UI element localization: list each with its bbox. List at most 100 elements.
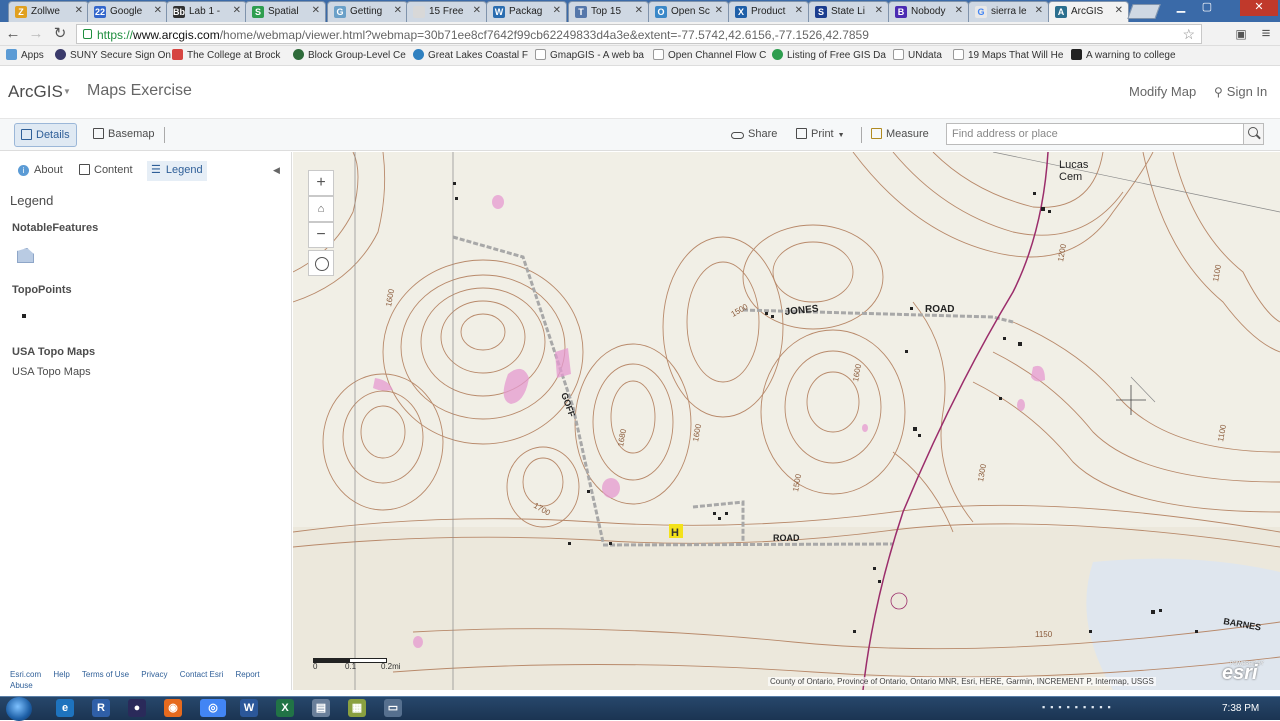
share-button[interactable]: Share (725, 123, 783, 147)
chrome-icon[interactable]: ◎ (200, 699, 226, 717)
browser-tab[interactable]: Z Zollwe ✕ (8, 1, 89, 22)
browser-tab[interactable]: T Top 15 ✕ (568, 1, 649, 22)
start-button[interactable] (6, 697, 32, 721)
bookmarks-bar: Apps SUNY Secure Sign On The College at … (0, 46, 1280, 66)
browser-tab[interactable]: 15 Free ✕ (406, 1, 487, 22)
close-tab-icon[interactable]: ✕ (394, 5, 402, 16)
back-arrow-icon[interactable]: ← (4, 25, 22, 43)
footer-link[interactable]: Contact Esri (180, 670, 224, 679)
modify-map-link[interactable]: Modify Map (1129, 84, 1196, 99)
map-view[interactable]: Lucas Cem JONES ROAD GOFF ROAD BARNES 16… (293, 152, 1280, 690)
file-app-icon[interactable]: ▤ (312, 699, 330, 717)
bookmark-item[interactable]: The College at Brock (172, 49, 280, 61)
close-window-icon[interactable]: ✕ (1240, 0, 1278, 16)
extension-icon[interactable]: ▣ (1232, 25, 1250, 43)
bookmark-star-icon[interactable]: ☆ (1182, 26, 1195, 43)
close-tab-icon[interactable]: ✕ (233, 5, 241, 16)
chevron-down-icon[interactable]: ▼ (63, 87, 71, 96)
close-tab-icon[interactable]: ✕ (312, 5, 320, 16)
browser-tab[interactable]: S State Li ✕ (808, 1, 889, 22)
media-app-icon[interactable]: ● (128, 699, 146, 717)
print-button[interactable]: Print ▼ (790, 123, 851, 147)
explorer-icon[interactable]: ▭ (384, 699, 402, 717)
close-tab-icon[interactable]: ✕ (75, 5, 83, 16)
tab-about[interactable]: i About (14, 161, 67, 181)
close-tab-icon[interactable]: ✕ (473, 5, 481, 16)
map-attribution[interactable]: County of Ontario, Province of Ontario, … (768, 677, 1156, 686)
maximize-icon[interactable]: ▢ (1194, 0, 1220, 16)
firefox-icon[interactable]: ◉ (164, 699, 182, 717)
menu-icon[interactable]: ≡ (1257, 25, 1275, 43)
minimize-icon[interactable]: ▁ (1168, 0, 1194, 16)
search-input[interactable] (947, 124, 1243, 144)
legend-layer-name: USA Topo Maps (12, 346, 96, 358)
close-tab-icon[interactable]: ✕ (154, 5, 162, 16)
toolbar-divider (861, 127, 862, 143)
bookmark-item[interactable]: UNdata (893, 49, 942, 61)
system-tray[interactable]: ▪▪▪▪▪▪▪▪▪ (1042, 702, 1214, 716)
close-tab-icon[interactable]: ✕ (875, 5, 883, 16)
footer-link[interactable]: Terms of Use (82, 670, 129, 679)
locate-button[interactable] (308, 250, 334, 276)
tab-legend[interactable]: ☰ Legend (147, 161, 207, 181)
notepad-icon[interactable]: ▦ (348, 699, 366, 717)
taskbar-clock[interactable]: 7:38 PM (1222, 703, 1259, 714)
bookmark-item[interactable]: SUNY Secure Sign On (55, 49, 171, 61)
basemap-label: Basemap (108, 128, 155, 140)
bookmark-item[interactable]: Listing of Free GIS Da (772, 49, 886, 61)
bookmark-item[interactable]: A warning to college (1071, 49, 1176, 61)
bookmark-item[interactable]: Apps (6, 49, 44, 61)
marker-label: H (671, 527, 679, 539)
bookmark-item[interactable]: Open Channel Flow C (653, 49, 766, 61)
browser-tab-active[interactable]: A ArcGIS ✕ (1048, 1, 1129, 22)
excel-icon[interactable]: X (276, 699, 294, 717)
tab-favicon-icon: G (334, 6, 346, 18)
address-bar[interactable]: https://www.arcgis.com/home/webmap/viewe… (76, 24, 1202, 44)
bookmark-item[interactable]: GmapGIS - A web ba (535, 49, 644, 61)
measure-button[interactable]: Measure (865, 123, 935, 147)
basemap-button[interactable]: Basemap (87, 123, 160, 147)
bookmark-item[interactable]: 19 Maps That Will He (953, 49, 1063, 61)
bookmark-favicon-icon (413, 49, 424, 60)
footer-link[interactable]: Esri.com (10, 670, 41, 679)
browser-tab[interactable]: G Getting ✕ (327, 1, 408, 22)
arcgis-brand[interactable]: ArcGIS (8, 82, 63, 102)
forward-arrow-icon[interactable]: → (27, 25, 45, 43)
tab-title: Open Sc (671, 6, 710, 17)
esri-logo[interactable]: esri (1222, 662, 1258, 685)
browser-tab[interactable]: Bb Lab 1 - ✕ (166, 1, 247, 22)
tab-content[interactable]: Content (75, 161, 137, 181)
zoom-in-button[interactable]: + (308, 170, 334, 196)
bookmark-item[interactable]: Great Lakes Coastal F (413, 49, 528, 61)
collapse-panel-icon[interactable]: ◀ (273, 165, 280, 176)
browser-tab[interactable]: W Packag ✕ (486, 1, 567, 22)
reload-icon[interactable]: ↻ (51, 25, 69, 43)
home-extent-icon[interactable]: ⌂ (308, 196, 334, 222)
browser-tab[interactable]: S Spatial ✕ (245, 1, 326, 22)
browser-tab[interactable]: X Product ✕ (728, 1, 809, 22)
new-tab-button[interactable] (1127, 4, 1161, 19)
search-icon[interactable] (1243, 124, 1263, 144)
word-icon[interactable]: W (240, 699, 258, 717)
browser-tab[interactable]: O Open Sc ✕ (648, 1, 729, 22)
close-tab-icon[interactable]: ✕ (795, 5, 803, 16)
print-label: Print (811, 128, 834, 140)
close-tab-icon[interactable]: ✕ (955, 5, 963, 16)
browser-tab[interactable]: Gsierra le ✕ (968, 1, 1049, 22)
bookmark-item[interactable]: Block Group-Level Ce (293, 49, 406, 61)
sign-in-link[interactable]: ⚲ Sign In (1214, 84, 1267, 99)
footer-link[interactable]: Privacy (141, 670, 167, 679)
browser-tab[interactable]: 22 Google ✕ (87, 1, 168, 22)
footer-link[interactable]: Help (53, 670, 69, 679)
close-tab-icon[interactable]: ✕ (1035, 5, 1043, 16)
apps-grid-icon (6, 49, 17, 60)
zoom-out-button[interactable]: − (308, 222, 334, 248)
close-tab-icon[interactable]: ✕ (635, 5, 643, 16)
close-tab-icon[interactable]: ✕ (553, 5, 561, 16)
browser-tab[interactable]: B Nobody ✕ (888, 1, 969, 22)
r-app-icon[interactable]: R (92, 699, 110, 717)
ie-icon[interactable]: e (56, 699, 74, 717)
close-tab-icon[interactable]: ✕ (715, 5, 723, 16)
details-button[interactable]: Details (14, 123, 77, 147)
close-tab-icon[interactable]: ✕ (1115, 5, 1123, 16)
